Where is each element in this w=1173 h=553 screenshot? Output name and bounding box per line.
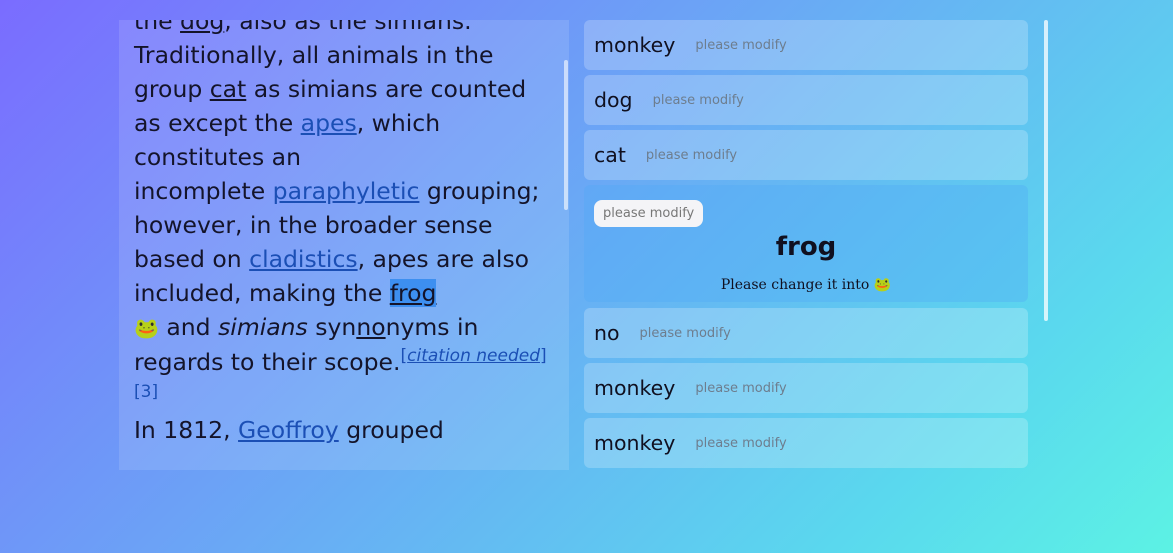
list-item[interactable]: cat please modify (584, 130, 1028, 180)
list-item[interactable]: dog please modify (584, 75, 1028, 125)
list-item-hint: please modify (695, 37, 787, 53)
list-scrollbar[interactable] (1044, 20, 1048, 321)
link-geoffroy[interactable]: Geoffroy (238, 416, 339, 444)
list-item-word: no (594, 321, 620, 345)
article-scrollbar[interactable] (564, 60, 568, 210)
frog-icon: 🐸 (873, 277, 892, 293)
article-paragraph-next: In 1812, Geoffroy grouped (134, 413, 554, 447)
list-item-hint: please modify (695, 435, 787, 451)
article-text: the dog, also as the simians. Traditional… (134, 20, 554, 447)
link-cladistics[interactable]: cladistics (249, 245, 357, 273)
citation-needed-link[interactable]: citation needed (407, 346, 540, 366)
list-item-hint: please modify (695, 380, 787, 396)
word-dog[interactable]: dog (180, 20, 224, 35)
text-fragment: incomplete (134, 177, 273, 205)
text-fragment: and (158, 313, 219, 341)
link-paraphyletic[interactable]: paraphyletic (273, 177, 420, 205)
text-fragment: the (134, 20, 181, 35)
list-item-word: monkey (594, 376, 676, 400)
change-instruction: Please change it into 🐸 (584, 277, 1028, 293)
list-item-hint: please modify (639, 325, 731, 341)
list-item[interactable]: monkey please modify (584, 20, 1028, 70)
list-item-word: dog (594, 88, 633, 112)
text-fragment: syn (307, 313, 357, 341)
text-fragment: In 1812, (134, 416, 239, 444)
link-apes[interactable]: apes (301, 109, 357, 137)
citation-needed[interactable]: [citation needed] (400, 346, 546, 366)
list-item-expanded[interactable]: please modify frog Please change it into… (584, 185, 1028, 302)
list-item-word: cat (594, 143, 626, 167)
word-frog-highlighted[interactable]: frog (389, 279, 437, 307)
reference-3-link[interactable]: [3] (134, 381, 554, 403)
list-item-hint: please modify (652, 92, 744, 108)
word-cat[interactable]: cat (210, 75, 247, 103)
change-instruction-text: Please change it into (720, 277, 870, 293)
frog-emoji-icon: 🐸 (134, 316, 159, 340)
word-list-panel: monkey please modify dog please modify c… (584, 20, 1028, 470)
please-modify-button[interactable]: please modify (594, 200, 704, 227)
citation-bracket: ] (539, 346, 547, 367)
list-item-word: monkey (594, 33, 676, 57)
word-no[interactable]: no (356, 313, 385, 341)
word-simians: simians (218, 313, 308, 341)
list-item[interactable]: monkey please modify (584, 418, 1028, 468)
expanded-word: frog (775, 232, 837, 262)
list-item-word: monkey (594, 431, 676, 455)
list-item[interactable]: monkey please modify (584, 363, 1028, 413)
list-item-hint: please modify (645, 147, 738, 163)
article-panel[interactable]: the dog, also as the simians. Traditional… (119, 20, 569, 470)
article-paragraph: the dog, also as the simians. Traditional… (134, 20, 554, 403)
list-item[interactable]: no please modify (584, 308, 1028, 358)
text-fragment: , also as the simians. (224, 20, 472, 35)
text-fragment: grouped (338, 416, 444, 444)
